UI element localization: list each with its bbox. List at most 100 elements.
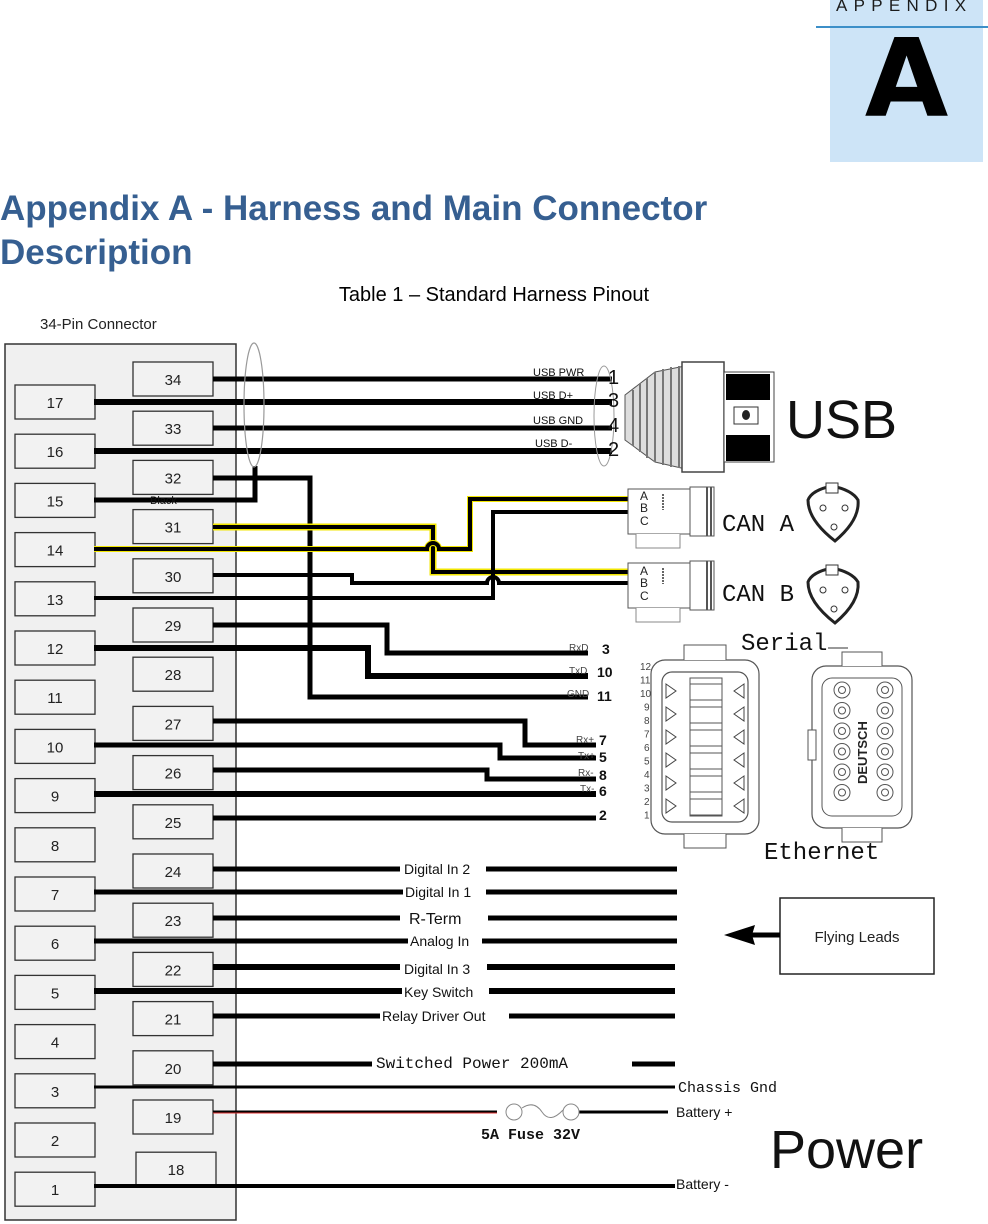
serial-latch-slot [689,706,723,724]
pin-number: 27 [165,716,182,733]
pin-number: 17 [47,395,64,412]
usb-dplus-label: USB D+ [533,390,573,402]
usb-dminus-label: USB D- [535,438,573,450]
serial-cavity-number: 5 [644,757,650,768]
serial-wire-labels: RxD TxD GND [567,643,589,700]
serial-cavity-number: 7 [644,730,650,741]
battery-plus-label: Battery + [676,1104,732,1120]
can-a-title: CAN A [722,512,795,539]
eth-pin-2: 2 [599,807,607,823]
pin-number: 31 [165,520,182,537]
serial-cavity-number: 6 [644,743,650,754]
pin-number: 22 [165,962,182,979]
r-term-label: R-Term [409,911,461,928]
eth-pin-5: 5 [599,749,607,765]
pin-number: 34 [165,372,182,389]
serial-cavity-number: 1 [644,811,650,822]
chassis-gnd-label: Chassis Gnd [678,1080,777,1097]
relay-driver-out-label: Relay Driver Out [382,1008,486,1024]
pin-number: 29 [165,618,182,635]
pin-number: 14 [47,543,64,560]
fuse-icon [505,1103,580,1121]
pin-number: 30 [165,569,182,586]
serial-connector-icon [650,644,760,849]
digital-in-1-label: Digital In 1 [405,884,471,900]
flying-leads-label: Flying Leads [814,929,899,946]
pin-number: 32 [165,470,182,487]
serial-title: Serial [741,631,827,658]
pin-number: 33 [165,421,182,438]
pin-number: 8 [51,838,59,855]
usb-pwr-label: USB PWR [533,367,584,379]
serial-latch-slot [689,798,723,816]
serial-latch-slot [689,752,723,770]
serial-latch-slot [689,775,723,793]
can-b-face-icon [806,564,860,625]
pin-number: 4 [51,1035,59,1052]
serial-latch-slot [689,683,723,701]
pin-number: 19 [165,1110,182,1127]
analog-in-label: Analog In [410,933,469,949]
usb-title: USB [786,390,897,450]
pin-number: 25 [165,815,182,832]
pin-number: 12 [47,641,64,658]
usb-pin-4: 4 [608,415,619,437]
pin-number: 11 [47,690,63,707]
can-b-contact-c: C [640,589,649,603]
serial-latch-slot [689,729,723,747]
pin-number: 20 [165,1061,182,1078]
pin-number: 18 [168,1162,185,1179]
pin-number: 5 [51,985,59,1002]
txplus-label: Tx+ [578,751,595,762]
ethernet-cavity-inner [838,747,846,756]
serial-cavity-number: 11 [640,676,651,687]
pin-number: 9 [51,789,59,806]
ethernet-wire-labels: Rx+ Tx+ Rx- Tx- [576,735,595,795]
pin-number: 15 [47,493,64,510]
pin-number: 16 [47,444,64,461]
pin-number: 21 [165,1012,182,1029]
rxd-label: RxD [569,643,588,654]
wire-pin27-rxplus [213,718,596,748]
connector-title: 34-Pin Connector [40,316,157,333]
pin-number: 2 [51,1133,59,1150]
ethernet-title: Ethernet [764,840,879,867]
ethernet-cavity-inner [838,686,846,694]
pin-number: 1 [51,1182,59,1199]
serial-cavity-number: 10 [640,689,652,700]
harness-diagram: 34-Pin Connector 17161514131211109876543… [4,316,935,1221]
eth-pin-8: 8 [599,767,607,783]
can-a-contact-c: C [640,514,649,528]
ethernet-cavity-inner [838,768,846,776]
battery-minus-label: Battery - [676,1176,729,1192]
ethernet-cavity-inner [881,768,889,776]
serial-cavity-numbers: 12 11 10 9 8 7 6 5 4 3 2 1 [640,662,652,822]
serial-cavity-number: 3 [644,784,650,795]
rxplus-label: Rx+ [576,735,594,746]
serial-pin-11: 11 [597,688,612,704]
digital-in-2-label: Digital In 2 [404,861,470,877]
eth-pin-6: 6 [599,783,607,799]
serial-cavity-number: 4 [644,770,650,781]
pin-number: 7 [51,887,59,904]
serial-cavity-number: 12 [640,662,652,673]
serial-cavity-number: 8 [644,716,650,727]
serial-cavity-number: 9 [644,703,650,714]
pin-number: 26 [165,766,182,783]
pin-number: 10 [47,739,64,756]
serial-cavity-number: 2 [644,797,650,808]
ethernet-cavity-inner [838,706,846,715]
txd-label: TxD [569,666,587,677]
usb-gnd-label: USB GND [533,415,583,427]
flying-leads-arrow-icon [724,925,780,945]
can-b-contact-b: B [640,576,648,590]
deutsch-brand: DEUTSCH [855,721,870,784]
can-b-title: CAN B [722,582,794,609]
ethernet-cavity-inner [881,747,889,756]
key-switch-label: Key Switch [404,984,473,1000]
usb-pin-2: 2 [608,439,619,461]
gnd-label: GND [567,689,589,700]
fuse-label: 5A Fuse 32V [481,1127,580,1144]
ethernet-connector-icon: DEUTSCH [807,651,913,843]
usb-connector-icon [624,361,775,473]
